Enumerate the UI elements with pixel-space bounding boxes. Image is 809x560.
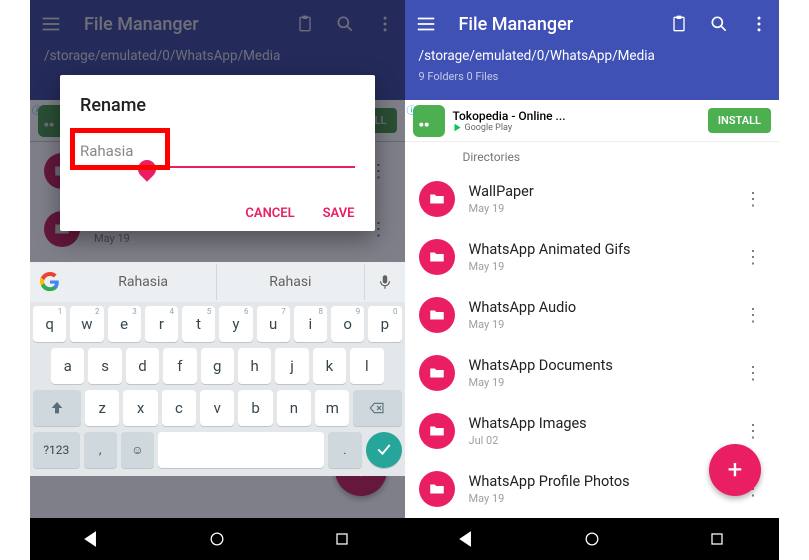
key-g[interactable]: g bbox=[201, 348, 234, 384]
app-title: File Mananger bbox=[459, 14, 648, 35]
key-s[interactable]: s bbox=[88, 348, 121, 384]
item-overflow-icon[interactable]: ⋮ bbox=[741, 363, 765, 384]
key-p[interactable]: 0p bbox=[368, 306, 401, 342]
mic-icon[interactable] bbox=[365, 273, 405, 291]
key-d[interactable]: d bbox=[126, 348, 159, 384]
nav-back-icon[interactable] bbox=[82, 529, 102, 549]
android-nav-bar bbox=[405, 518, 780, 560]
android-nav-bar bbox=[30, 518, 405, 560]
path-stats: 9 Folders 0 Files bbox=[405, 70, 780, 83]
list-item[interactable]: WhatsApp DocumentsMay 19⋮ bbox=[405, 344, 780, 402]
folder-icon bbox=[419, 413, 455, 449]
key-h[interactable]: h bbox=[238, 348, 271, 384]
ad-title: Tokopedia - Online ... bbox=[453, 109, 700, 123]
key-i[interactable]: 8i bbox=[294, 306, 327, 342]
folder-icon bbox=[419, 297, 455, 333]
list-item[interactable]: WhatsApp Animated GifsMay 19⋮ bbox=[405, 228, 780, 286]
suggestion-option[interactable]: Rahasi bbox=[217, 264, 364, 300]
key-x[interactable]: x bbox=[123, 390, 157, 426]
fab-add-button[interactable]: + bbox=[709, 444, 761, 496]
overflow-icon[interactable] bbox=[749, 14, 769, 34]
list-item[interactable]: WhatsApp AudioMay 19⋮ bbox=[405, 286, 780, 344]
clipboard-icon[interactable] bbox=[669, 14, 689, 34]
key-c[interactable]: c bbox=[162, 390, 196, 426]
key-a[interactable]: a bbox=[51, 348, 84, 384]
ad-banner[interactable]: ⓘ Tokopedia - Online ... Google Play INS… bbox=[405, 100, 780, 142]
key-n[interactable]: n bbox=[277, 390, 311, 426]
nav-home-icon[interactable] bbox=[582, 529, 602, 549]
key-j[interactable]: j bbox=[275, 348, 308, 384]
enter-key[interactable] bbox=[366, 432, 402, 468]
ad-info-icon: ⓘ bbox=[407, 102, 417, 117]
key-q[interactable]: 1q bbox=[33, 306, 66, 342]
search-icon[interactable] bbox=[709, 14, 729, 34]
folder-icon bbox=[419, 181, 455, 217]
list-item[interactable]: WallPaperMay 19⋮ bbox=[405, 170, 780, 228]
phone-left-screenshot: File Mananger /storage/emulated/0/WhatsA… bbox=[30, 0, 405, 560]
google-icon[interactable] bbox=[30, 272, 70, 292]
dialog-title: Rename bbox=[80, 95, 355, 116]
shift-key[interactable] bbox=[33, 390, 81, 426]
nav-home-icon[interactable] bbox=[207, 529, 227, 549]
soft-keyboard: 1q2w3e4r5t6y7u8i9o0p asdfghjkl zxcvbnm ?… bbox=[30, 302, 405, 476]
keyboard-suggestion-bar: Rahasia Rahasi bbox=[30, 262, 405, 302]
space-key[interactable] bbox=[158, 432, 324, 468]
item-overflow-icon[interactable]: ⋮ bbox=[741, 247, 765, 268]
item-overflow-icon[interactable]: ⋮ bbox=[741, 305, 765, 326]
key-u[interactable]: 7u bbox=[257, 306, 290, 342]
rename-input[interactable] bbox=[80, 138, 355, 168]
section-header: Directories bbox=[405, 142, 780, 170]
key-f[interactable]: f bbox=[163, 348, 196, 384]
menu-icon[interactable] bbox=[415, 13, 437, 35]
cancel-button[interactable]: CANCEL bbox=[245, 206, 294, 221]
backspace-key[interactable] bbox=[353, 390, 401, 426]
key-v[interactable]: v bbox=[200, 390, 234, 426]
ad-install-button[interactable]: INSTALL bbox=[708, 108, 771, 133]
key-l[interactable]: l bbox=[350, 348, 383, 384]
folder-icon bbox=[419, 355, 455, 391]
path-text: /storage/emulated/0/WhatsApp/Media bbox=[405, 48, 780, 70]
key-e[interactable]: 3e bbox=[108, 306, 141, 342]
emoji-key[interactable]: ☺ bbox=[121, 432, 154, 468]
ad-store: Google Play bbox=[453, 123, 700, 133]
key-k[interactable]: k bbox=[313, 348, 346, 384]
ad-thumb-icon bbox=[413, 105, 445, 137]
key-w[interactable]: 2w bbox=[70, 306, 103, 342]
nav-recents-icon[interactable] bbox=[707, 529, 727, 549]
key-z[interactable]: z bbox=[85, 390, 119, 426]
folder-icon bbox=[419, 471, 455, 507]
key-t[interactable]: 5t bbox=[182, 306, 215, 342]
key-b[interactable]: b bbox=[238, 390, 272, 426]
item-overflow-icon[interactable]: ⋮ bbox=[741, 189, 765, 210]
nav-recents-icon[interactable] bbox=[332, 529, 352, 549]
rename-dialog: Rename CANCEL SAVE bbox=[60, 75, 375, 231]
comma-key[interactable]: , bbox=[84, 432, 117, 468]
suggestion-option[interactable]: Rahasia bbox=[70, 264, 217, 300]
app-bar: File Mananger /storage/emulated/0/WhatsA… bbox=[405, 0, 780, 100]
key-y[interactable]: 6y bbox=[219, 306, 252, 342]
item-overflow-icon[interactable]: ⋮ bbox=[741, 421, 765, 442]
period-key[interactable]: . bbox=[328, 432, 361, 468]
folder-icon bbox=[419, 239, 455, 275]
phone-right-screenshot: File Mananger /storage/emulated/0/WhatsA… bbox=[405, 0, 780, 560]
key-o[interactable]: 9o bbox=[331, 306, 364, 342]
save-button[interactable]: SAVE bbox=[323, 206, 355, 221]
key-r[interactable]: 4r bbox=[145, 306, 178, 342]
symbols-key[interactable]: ?123 bbox=[33, 432, 80, 468]
key-m[interactable]: m bbox=[315, 390, 349, 426]
nav-back-icon[interactable] bbox=[457, 529, 477, 549]
